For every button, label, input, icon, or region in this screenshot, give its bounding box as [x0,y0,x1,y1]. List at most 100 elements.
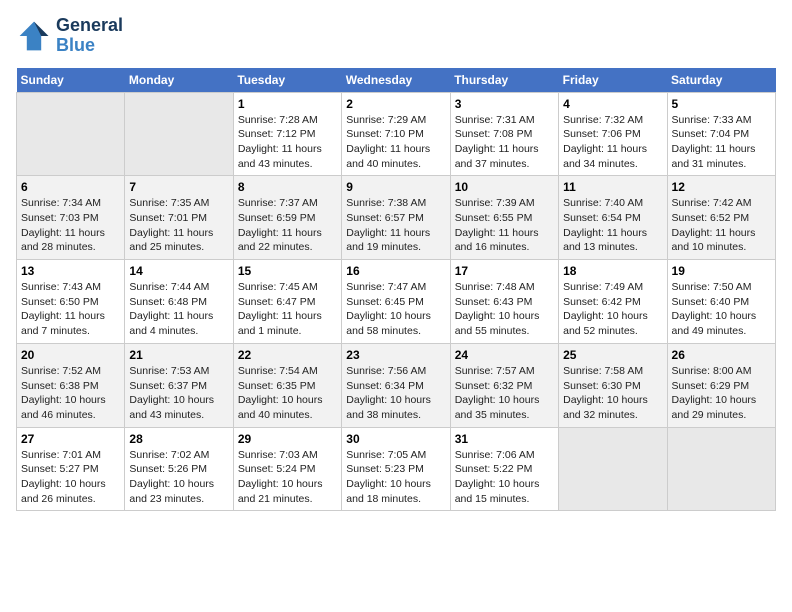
day-info: Sunrise: 7:57 AMSunset: 6:32 PMDaylight:… [455,364,554,423]
day-number: 20 [21,348,120,362]
calendar-cell: 22 Sunrise: 7:54 AMSunset: 6:35 PMDayligh… [233,343,341,427]
logo-text: General Blue [56,16,123,56]
calendar-cell: 14 Sunrise: 7:44 AMSunset: 6:48 PMDayligh… [125,260,233,344]
header-day-monday: Monday [125,68,233,93]
day-number: 4 [563,97,662,111]
day-info: Sunrise: 7:45 AMSunset: 6:47 PMDaylight:… [238,280,337,339]
calendar-cell: 10Sunrise: 7:39 AMSunset: 6:55 PMDayligh… [450,176,558,260]
day-number: 31 [455,432,554,446]
day-info: Sunrise: 7:05 AMSunset: 5:23 PMDaylight:… [346,448,445,507]
calendar-cell: 16 Sunrise: 7:47 AMSunset: 6:45 PMDayligh… [342,260,450,344]
day-number: 21 [129,348,228,362]
week-row-4: 27 Sunrise: 7:01 AMSunset: 5:27 PMDayligh… [17,427,776,511]
calendar-cell: 5 Sunrise: 7:33 AMSunset: 7:04 PMDaylight… [667,92,775,176]
day-info: Sunrise: 7:49 AMSunset: 6:42 PMDaylight:… [563,280,662,339]
calendar-cell: 18 Sunrise: 7:49 AMSunset: 6:42 PMDayligh… [559,260,667,344]
calendar-cell: 11 Sunrise: 7:40 AMSunset: 6:54 PMDayligh… [559,176,667,260]
day-info: Sunrise: 7:58 AMSunset: 6:30 PMDaylight:… [563,364,662,423]
day-number: 23 [346,348,445,362]
day-number: 30 [346,432,445,446]
day-number: 22 [238,348,337,362]
calendar-cell: 23 Sunrise: 7:56 AMSunset: 6:34 PMDayligh… [342,343,450,427]
calendar-cell: 9 Sunrise: 7:38 AMSunset: 6:57 PMDaylight… [342,176,450,260]
day-info: Sunrise: 7:38 AMSunset: 6:57 PMDaylight:… [346,196,445,255]
header-day-wednesday: Wednesday [342,68,450,93]
day-number: 2 [346,97,445,111]
calendar-cell: 12 Sunrise: 7:42 AMSunset: 6:52 PMDayligh… [667,176,775,260]
week-row-3: 20 Sunrise: 7:52 AMSunset: 6:38 PMDayligh… [17,343,776,427]
day-info: Sunrise: 7:48 AMSunset: 6:43 PMDaylight:… [455,280,554,339]
week-row-2: 13 Sunrise: 7:43 AMSunset: 6:50 PMDayligh… [17,260,776,344]
day-info: Sunrise: 7:42 AMSunset: 6:52 PMDaylight:… [672,196,771,255]
header-day-friday: Friday [559,68,667,93]
calendar-cell [559,427,667,511]
day-number: 11 [563,180,662,194]
day-number: 25 [563,348,662,362]
day-number: 6 [21,180,120,194]
calendar-cell: 20 Sunrise: 7:52 AMSunset: 6:38 PMDayligh… [17,343,125,427]
calendar-cell [667,427,775,511]
day-info: Sunrise: 7:02 AMSunset: 5:26 PMDaylight:… [129,448,228,507]
day-info: Sunrise: 7:40 AMSunset: 6:54 PMDaylight:… [563,196,662,255]
day-number: 12 [672,180,771,194]
header-day-sunday: Sunday [17,68,125,93]
day-number: 28 [129,432,228,446]
week-row-0: 1Sunrise: 7:28 AMSunset: 7:12 PMDaylight… [17,92,776,176]
day-number: 19 [672,264,771,278]
calendar-cell: 19Sunrise: 7:50 AMSunset: 6:40 PMDayligh… [667,260,775,344]
calendar-cell: 6 Sunrise: 7:34 AMSunset: 7:03 PMDaylight… [17,176,125,260]
day-info: Sunrise: 7:56 AMSunset: 6:34 PMDaylight:… [346,364,445,423]
day-info: Sunrise: 7:47 AMSunset: 6:45 PMDaylight:… [346,280,445,339]
calendar-cell: 2 Sunrise: 7:29 AMSunset: 7:10 PMDaylight… [342,92,450,176]
calendar-cell: 26Sunrise: 8:00 AMSunset: 6:29 PMDayligh… [667,343,775,427]
header-day-thursday: Thursday [450,68,558,93]
day-number: 9 [346,180,445,194]
day-info: Sunrise: 7:52 AMSunset: 6:38 PMDaylight:… [21,364,120,423]
calendar-cell: 28 Sunrise: 7:02 AMSunset: 5:26 PMDayligh… [125,427,233,511]
calendar-cell: 8 Sunrise: 7:37 AMSunset: 6:59 PMDaylight… [233,176,341,260]
day-number: 15 [238,264,337,278]
calendar-cell: 3 Sunrise: 7:31 AMSunset: 7:08 PMDaylight… [450,92,558,176]
week-row-1: 6 Sunrise: 7:34 AMSunset: 7:03 PMDaylight… [17,176,776,260]
day-number: 16 [346,264,445,278]
header-day-saturday: Saturday [667,68,775,93]
day-number: 3 [455,97,554,111]
day-info: Sunrise: 7:44 AMSunset: 6:48 PMDaylight:… [129,280,228,339]
header-row: SundayMondayTuesdayWednesdayThursdayFrid… [17,68,776,93]
page-header: General Blue [16,16,776,56]
day-info: Sunrise: 7:43 AMSunset: 6:50 PMDaylight:… [21,280,120,339]
day-info: Sunrise: 7:28 AMSunset: 7:12 PMDaylight:… [238,113,337,172]
calendar-cell: 25 Sunrise: 7:58 AMSunset: 6:30 PMDayligh… [559,343,667,427]
day-info: Sunrise: 7:33 AMSunset: 7:04 PMDaylight:… [672,113,771,172]
calendar-cell [17,92,125,176]
day-number: 5 [672,97,771,111]
calendar-header: SundayMondayTuesdayWednesdayThursdayFrid… [17,68,776,93]
day-info: Sunrise: 7:34 AMSunset: 7:03 PMDaylight:… [21,196,120,255]
day-number: 8 [238,180,337,194]
day-number: 13 [21,264,120,278]
day-info: Sunrise: 7:29 AMSunset: 7:10 PMDaylight:… [346,113,445,172]
day-number: 17 [455,264,554,278]
day-number: 18 [563,264,662,278]
day-number: 26 [672,348,771,362]
calendar-cell: 30 Sunrise: 7:05 AMSunset: 5:23 PMDayligh… [342,427,450,511]
calendar-cell: 21 Sunrise: 7:53 AMSunset: 6:37 PMDayligh… [125,343,233,427]
calendar-cell: 24 Sunrise: 7:57 AMSunset: 6:32 PMDayligh… [450,343,558,427]
day-info: Sunrise: 7:06 AMSunset: 5:22 PMDaylight:… [455,448,554,507]
day-info: Sunrise: 7:37 AMSunset: 6:59 PMDaylight:… [238,196,337,255]
day-number: 27 [21,432,120,446]
day-number: 7 [129,180,228,194]
calendar-cell: 29 Sunrise: 7:03 AMSunset: 5:24 PMDayligh… [233,427,341,511]
day-number: 29 [238,432,337,446]
calendar-cell: 15 Sunrise: 7:45 AMSunset: 6:47 PMDayligh… [233,260,341,344]
day-info: Sunrise: 7:31 AMSunset: 7:08 PMDaylight:… [455,113,554,172]
calendar-cell: 17 Sunrise: 7:48 AMSunset: 6:43 PMDayligh… [450,260,558,344]
day-info: Sunrise: 7:54 AMSunset: 6:35 PMDaylight:… [238,364,337,423]
calendar-cell: 4 Sunrise: 7:32 AMSunset: 7:06 PMDaylight… [559,92,667,176]
day-number: 14 [129,264,228,278]
day-info: Sunrise: 7:01 AMSunset: 5:27 PMDaylight:… [21,448,120,507]
day-number: 24 [455,348,554,362]
day-info: Sunrise: 7:32 AMSunset: 7:06 PMDaylight:… [563,113,662,172]
day-info: Sunrise: 7:03 AMSunset: 5:24 PMDaylight:… [238,448,337,507]
day-info: Sunrise: 7:53 AMSunset: 6:37 PMDaylight:… [129,364,228,423]
